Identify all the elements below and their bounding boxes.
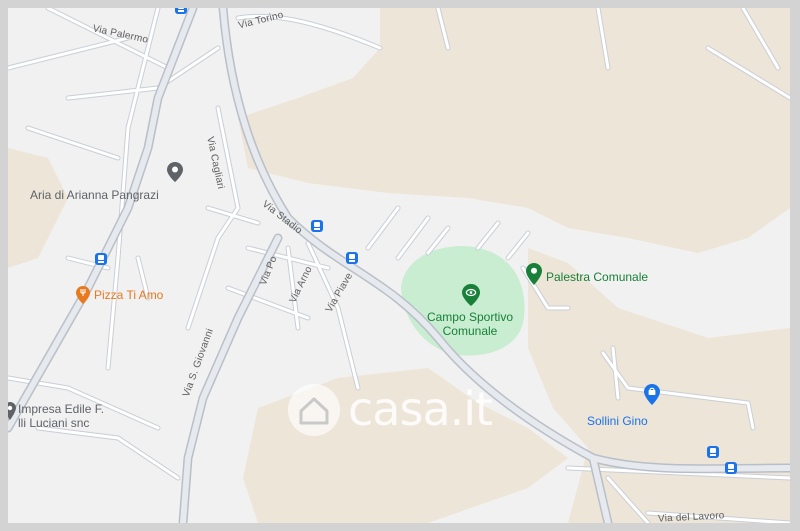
poi-label-line: Campo Sportivo bbox=[426, 310, 514, 324]
shopping-bag-icon[interactable] bbox=[644, 384, 660, 405]
terrain-area bbox=[238, 8, 790, 253]
bus-stop-icon[interactable] bbox=[346, 252, 358, 264]
poi-label-campo-sportivo[interactable]: Campo Sportivo Comunale bbox=[390, 310, 550, 338]
stadium-icon[interactable] bbox=[462, 284, 480, 306]
watermark-text: casa.it bbox=[348, 382, 493, 436]
poi-label-aria-di-arianna[interactable]: Aria di Arianna Pangrazi bbox=[30, 188, 159, 202]
restaurant-icon[interactable] bbox=[76, 286, 90, 304]
house-logo-icon bbox=[288, 384, 340, 436]
poi-label-sollini-gino[interactable]: Sollini Gino bbox=[587, 414, 648, 428]
bus-stop-icon[interactable] bbox=[725, 462, 737, 474]
poi-label-line: Impresa Edile F. bbox=[18, 402, 105, 416]
bus-stop-icon[interactable] bbox=[95, 253, 107, 265]
street-label-via-lavoro: Via del Lavoro bbox=[657, 510, 725, 523]
watermark: casa.it bbox=[284, 376, 524, 446]
poi-label-pizza-ti-amo[interactable]: Pizza Ti Amo bbox=[94, 288, 163, 302]
poi-label-line: lli Luciani snc bbox=[18, 416, 90, 430]
map-canvas[interactable]: Via Torino Via Palermo Via Cagliari Via … bbox=[8, 8, 790, 523]
poi-label-line: Comunale bbox=[442, 324, 498, 338]
map-pin-icon[interactable] bbox=[526, 263, 542, 285]
bus-stop-icon[interactable] bbox=[175, 8, 187, 14]
poi-label-impresa-edile[interactable]: Impresa Edile F. lli Luciani snc bbox=[18, 402, 104, 430]
map-pin-icon[interactable] bbox=[8, 402, 16, 420]
terrain-area bbox=[8, 148, 68, 268]
bus-stop-icon[interactable] bbox=[707, 446, 719, 458]
map-pin-icon[interactable] bbox=[167, 162, 183, 182]
bus-stop-icon[interactable] bbox=[311, 220, 323, 232]
poi-label-palestra-comunale[interactable]: Palestra Comunale bbox=[546, 270, 648, 284]
map-frame: Via Torino Via Palermo Via Cagliari Via … bbox=[0, 0, 800, 531]
